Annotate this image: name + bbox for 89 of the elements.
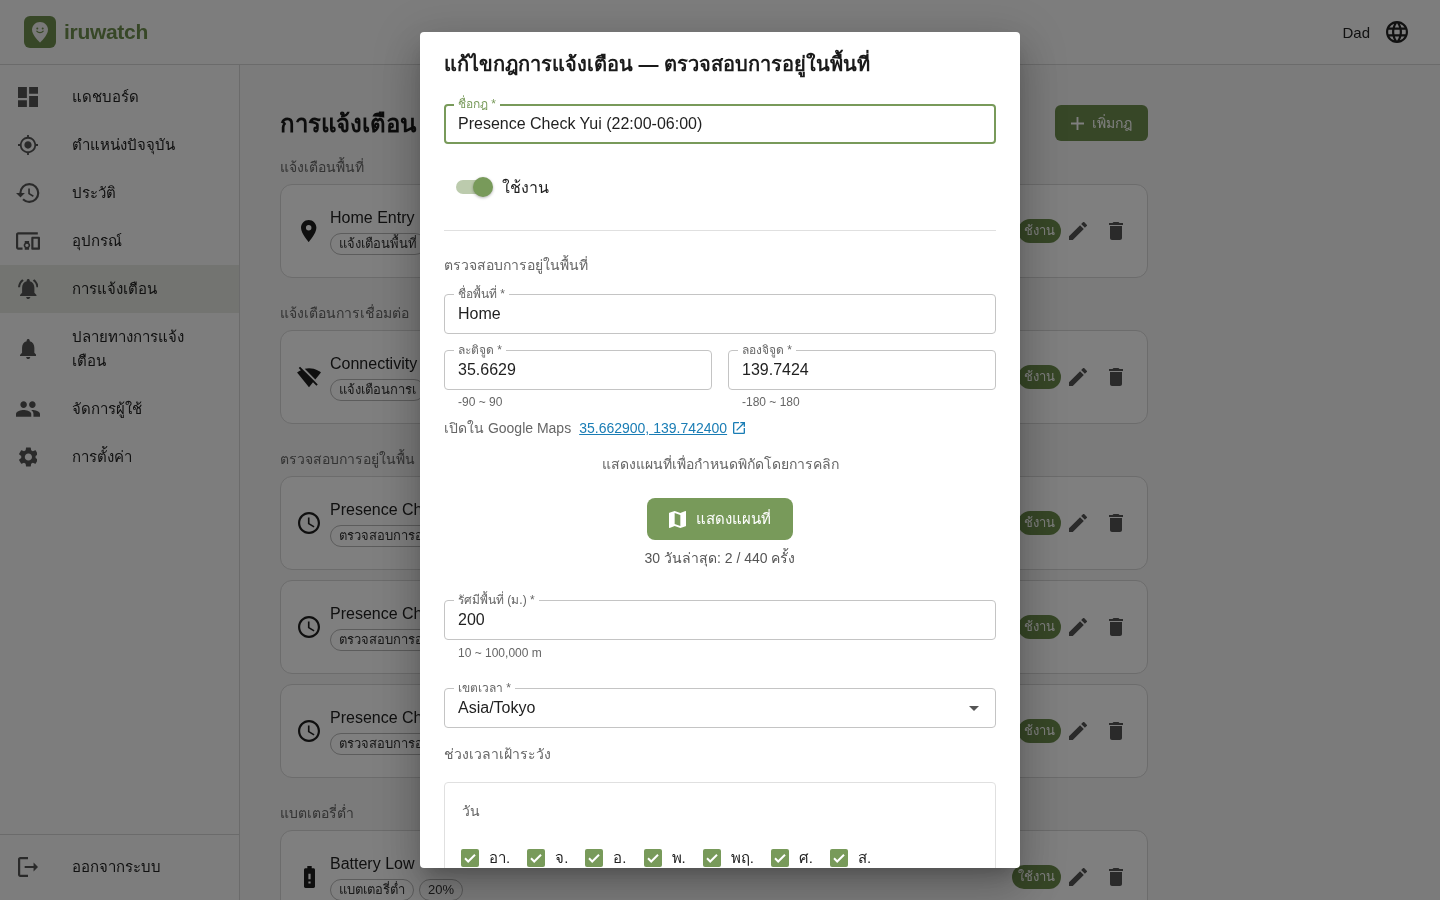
- helper-text: -90 ~ 90: [457, 394, 504, 410]
- helper-text: -180 ~ 180: [741, 394, 801, 410]
- people-icon: [16, 399, 40, 419]
- pencil-icon: [1069, 222, 1087, 240]
- external-link-icon: [733, 422, 746, 434]
- rule-name: Battery Low: [330, 854, 415, 874]
- sidebar-item[interactable]: อุปกรณ์: [0, 217, 239, 265]
- usage-stats: 30 วันล่าสุด: 2 / 440 ครั้ง: [644, 548, 796, 568]
- status-tag: ช้งาน: [1018, 615, 1061, 639]
- clock-icon: [298, 616, 320, 638]
- devices-icon: [16, 231, 40, 251]
- clock-icon: [298, 512, 320, 534]
- toggle-switch[interactable]: [456, 177, 493, 197]
- history-icon: [16, 183, 40, 203]
- coordinates-link[interactable]: 35.662900, 139.742400: [579, 418, 746, 438]
- trash-icon: [1109, 618, 1123, 636]
- sidebar-item[interactable]: ปลายทางการแจ้งเตือน: [0, 313, 239, 385]
- sidebar-item[interactable]: การตั้งค่า: [0, 433, 239, 481]
- checkbox-label[interactable]: พฤ.: [730, 846, 754, 868]
- checkbox[interactable]: [585, 849, 604, 867]
- settings-icon: [18, 447, 38, 467]
- sidebar-item[interactable]: แดชบอร์ด: [0, 73, 239, 121]
- checkbox-label[interactable]: ศ.: [798, 846, 814, 868]
- status-tag: ช้งาน: [1018, 511, 1061, 535]
- checkbox-label[interactable]: พ.: [671, 846, 686, 868]
- trash-icon: [1109, 868, 1123, 886]
- dashboard-icon: [18, 87, 38, 107]
- trash-icon: [1109, 222, 1123, 240]
- field-label: ละติจูด *: [454, 342, 506, 358]
- app-name: iruwatch: [64, 20, 148, 44]
- section-label: แบตเตอรี่ต่ำ: [280, 803, 354, 823]
- field-label: รัศมีพื้นที่ (ม.) *: [454, 592, 539, 608]
- user-name: Dad: [1342, 23, 1370, 41]
- rule-name: Connectivity: [330, 354, 418, 374]
- page-title: การแจ้งเตือน: [280, 108, 416, 139]
- sidebar-item[interactable]: การแจ้งเตือน: [0, 265, 239, 313]
- map-hint: แสดงแผนที่เพื่อกำหนดพิกัดโดยการคลิก: [601, 454, 839, 474]
- checkbox[interactable]: [527, 849, 546, 867]
- battery-alert-icon: [303, 866, 315, 888]
- checkbox[interactable]: [830, 849, 849, 867]
- sidebar-item[interactable]: จัดการผู้ใช้: [0, 385, 239, 433]
- field-label: ชื่อกฎ *: [454, 96, 500, 112]
- trash-icon: [1109, 368, 1123, 386]
- ringing-bell-icon: [17, 279, 39, 299]
- logout-item[interactable]: ออกจากระบบ: [0, 843, 239, 891]
- bell-icon: [19, 339, 37, 359]
- wifi-off-icon: [297, 366, 321, 388]
- checkbox-label[interactable]: อ.: [613, 846, 627, 868]
- logo-icon: [24, 16, 56, 48]
- map-icon: [669, 510, 686, 528]
- trash-icon: [1109, 722, 1123, 740]
- sidebar-item[interactable]: ประวัติ: [0, 169, 239, 217]
- pencil-icon: [1069, 368, 1087, 386]
- dialog-title: แก้ไขกฎการแจ้งเตือน — ตรวจสอบการอยู่ในพื้นที่: [444, 50, 996, 78]
- trash-icon: [1109, 514, 1123, 532]
- pencil-icon: [1069, 514, 1087, 532]
- pencil-icon: [1069, 618, 1087, 636]
- checkbox[interactable]: [770, 849, 789, 867]
- checkbox-label[interactable]: จ.: [555, 846, 569, 868]
- status-tag: ช้งาน: [1018, 219, 1061, 243]
- checkbox[interactable]: [643, 849, 662, 867]
- section-label: แจ้งเตือนพื้นที่: [280, 157, 364, 177]
- clock-icon: [298, 720, 320, 742]
- status-tag: ช้งาน: [1018, 365, 1061, 389]
- pencil-icon: [1069, 722, 1087, 740]
- checkbox[interactable]: [461, 849, 479, 867]
- pencil-icon: [1069, 868, 1087, 886]
- section-label: แจ้งเตือนการเชื่อมต่อ: [280, 303, 409, 323]
- days-label: วัน: [461, 802, 480, 821]
- helper-text: 10 ~ 100,000 m: [457, 645, 543, 661]
- checkbox-label[interactable]: อา.: [489, 846, 511, 868]
- plus-icon: [1071, 116, 1084, 130]
- status-tag: ช้งาน: [1018, 719, 1061, 743]
- map-pin-icon: [301, 220, 317, 242]
- crosshair-icon: [18, 135, 38, 155]
- logout-icon: [18, 857, 38, 877]
- section-label: ช่วงเวลาเฝ้าระวัง: [444, 745, 551, 764]
- checkbox[interactable]: [702, 849, 721, 867]
- field-label: ลองจิจูด *: [738, 342, 796, 358]
- maps-label: เปิดใน Google Maps: [444, 419, 572, 438]
- status-tag: ใช้งาน: [1012, 865, 1061, 889]
- globe-icon[interactable]: [1386, 21, 1408, 43]
- section-label: ตรวจสอบการอยู่ในพื้น: [280, 449, 415, 469]
- sidebar-item[interactable]: ตำแหน่งปัจจุบัน: [0, 121, 239, 169]
- checkbox-label[interactable]: ส.: [858, 846, 872, 868]
- caret-down-icon: [969, 705, 979, 711]
- rule-name: Home Entry: [330, 208, 415, 228]
- section-label: ตรวจสอบการอยู่ในพื้นที่: [444, 255, 588, 275]
- toggle-label: ใช้งาน: [502, 177, 549, 198]
